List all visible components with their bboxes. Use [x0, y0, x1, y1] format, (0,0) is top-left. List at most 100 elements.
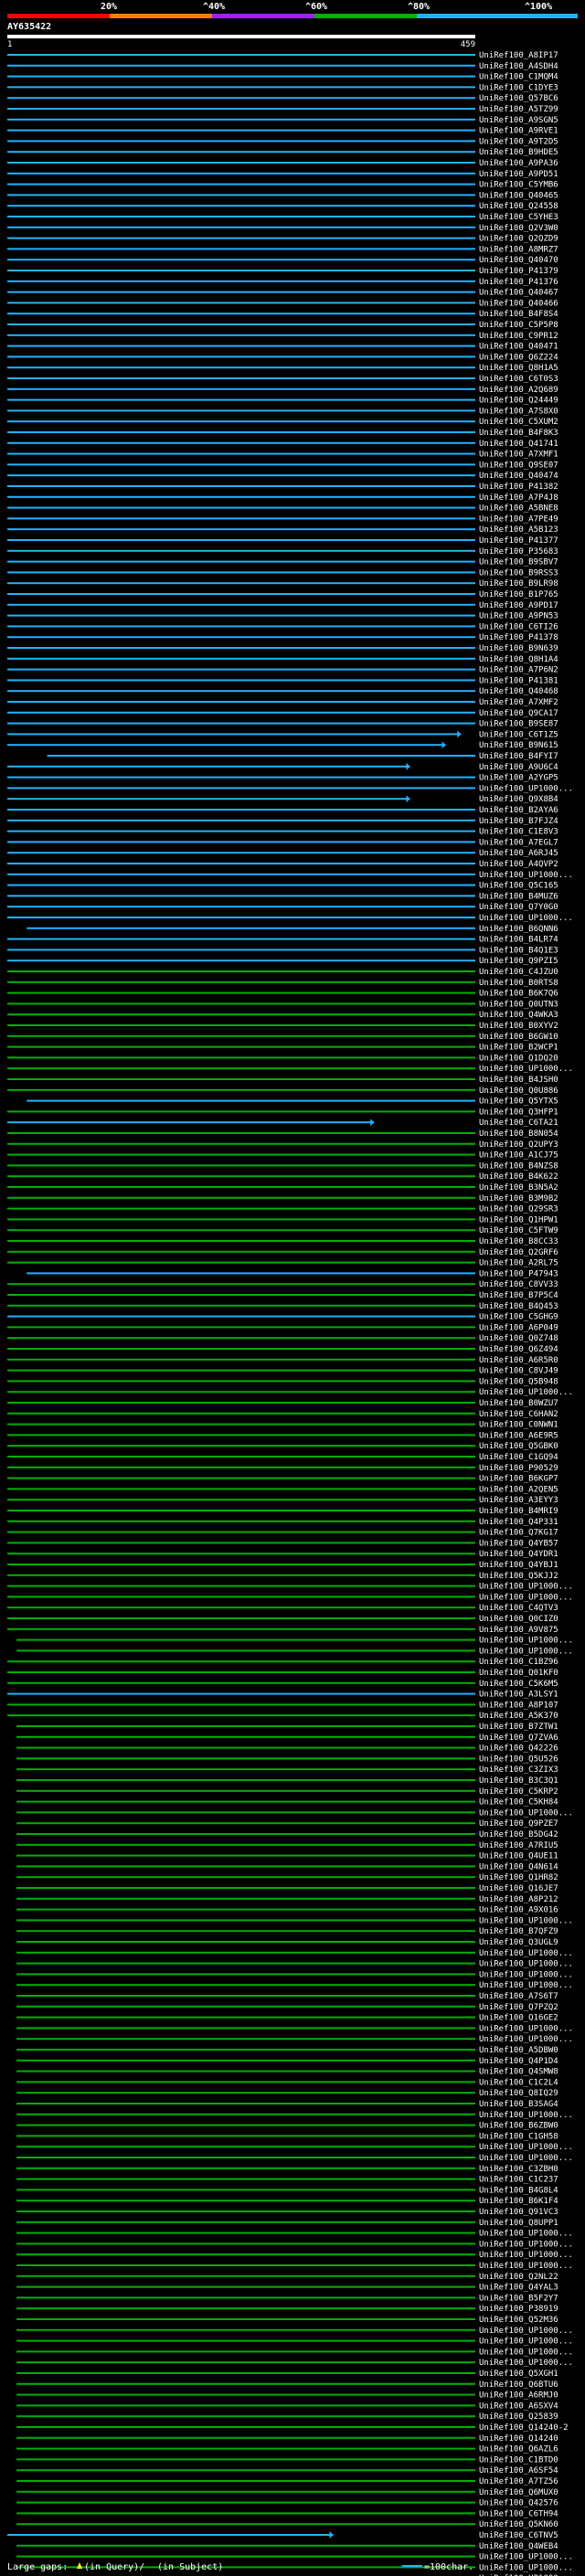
hit-label[interactable]: UniRef100_Q91VC3 [479, 2208, 558, 2217]
hit-label[interactable]: UniRef100_UP1000... [479, 2327, 573, 2336]
hit-label[interactable]: UniRef100_UP1000... [479, 1065, 573, 1074]
hit-label[interactable]: UniRef100_C1GQ94 [479, 1453, 558, 1462]
hit-label[interactable]: UniRef100_B9N615 [479, 741, 558, 750]
hit-label[interactable]: UniRef100_UP1000... [479, 2348, 573, 2357]
hit-label[interactable]: UniRef100_A7S6T7 [479, 1992, 558, 2001]
hit-label[interactable]: UniRef100_UP1000... [479, 1970, 573, 1979]
hit-label[interactable]: UniRef100_B9SBV7 [479, 558, 558, 567]
hit-label[interactable]: UniRef100_C1BZ96 [479, 1658, 558, 1667]
hit-label[interactable]: UniRef100_Q4YAL3 [479, 2284, 558, 2293]
hit-label[interactable]: UniRef100_Q8H1A4 [479, 655, 558, 664]
hit-label[interactable]: UniRef100_B6ZBW0 [479, 2122, 558, 2131]
hit-label[interactable]: UniRef100_C1DYE3 [479, 83, 558, 92]
hit-label[interactable]: UniRef100_Q40465 [479, 191, 558, 200]
hit-label[interactable]: UniRef100_B4MUZ6 [479, 892, 558, 901]
hit-label[interactable]: UniRef100_UP1000... [479, 2143, 573, 2152]
hit-label[interactable]: UniRef100_A9PN53 [479, 612, 558, 621]
hit-label[interactable]: UniRef100_C1BTD0 [479, 2455, 558, 2465]
hit-label[interactable]: UniRef100_UP1000... [479, 2024, 573, 2033]
hit-label[interactable]: UniRef100_C5XUM2 [479, 418, 558, 427]
hit-label[interactable]: UniRef100_UP1000... [479, 1637, 573, 1646]
hit-label[interactable]: UniRef100_Q4YB57 [479, 1539, 558, 1548]
hit-label[interactable]: UniRef100_Q40468 [479, 687, 558, 696]
hit-label[interactable]: UniRef100_C8VV33 [479, 1280, 558, 1289]
hit-label[interactable]: UniRef100_A6RJ45 [479, 849, 558, 858]
hit-label[interactable]: UniRef100_Q40466 [479, 299, 558, 308]
hit-label[interactable]: UniRef100_B4JSH0 [479, 1076, 558, 1085]
hit-label[interactable]: UniRef100_Q6MUX0 [479, 2488, 558, 2497]
hit-label[interactable]: UniRef100_Q52M36 [479, 2316, 558, 2325]
hit-label[interactable]: UniRef100_Q4P331 [479, 1518, 558, 1527]
hit-label[interactable]: UniRef100_A3LSY1 [479, 1691, 558, 1700]
hit-label[interactable]: UniRef100_C5KRP2 [479, 1787, 558, 1797]
hit-label[interactable]: UniRef100_Q3UGL9 [479, 1938, 558, 1947]
hit-label[interactable]: UniRef100_Q9PZE7 [479, 1819, 558, 1829]
hit-label[interactable]: UniRef100_Q8UPP1 [479, 2219, 558, 2228]
hit-label[interactable]: UniRef100_A3EYY3 [479, 1496, 558, 1505]
hit-label[interactable]: UniRef100_C5FTW9 [479, 1226, 558, 1235]
hit-label[interactable]: UniRef100_Q1DQ20 [479, 1054, 558, 1063]
hit-label[interactable]: UniRef100_C8VJ49 [479, 1367, 558, 1376]
hit-label[interactable]: UniRef100_A2Q689 [479, 386, 558, 395]
hit-label[interactable]: UniRef100_A9U6C4 [479, 763, 558, 772]
hit-label[interactable]: UniRef100_Q40470 [479, 256, 558, 265]
hit-label[interactable]: UniRef100_UP1000... [479, 1647, 573, 1656]
hit-label[interactable]: UniRef100_P41377 [479, 536, 558, 546]
hit-label[interactable]: UniRef100_Q2UPY3 [479, 1140, 558, 1150]
hit-label[interactable]: UniRef100_Q14240 [479, 2434, 558, 2443]
hit-label[interactable]: UniRef100_B6QNN6 [479, 925, 558, 934]
hit-label[interactable]: UniRef100_C6TNV5 [479, 2531, 558, 2540]
hit-label[interactable]: UniRef100_C0NWN1 [479, 1421, 558, 1430]
hit-label[interactable]: UniRef100_P41379 [479, 267, 558, 276]
hit-label[interactable]: UniRef100_UP1000... [479, 2337, 573, 2347]
hit-label[interactable]: UniRef100_Q6AZL6 [479, 2445, 558, 2454]
hit-label[interactable]: UniRef100_B4Q1E3 [479, 946, 558, 955]
hit-label[interactable]: UniRef100_C1C237 [479, 2176, 558, 2185]
hit-label[interactable]: UniRef100_B5F2Y7 [479, 2294, 558, 2303]
hit-label[interactable]: UniRef100_B4FYI7 [479, 752, 558, 761]
hit-label[interactable]: UniRef100_UP1000... [479, 1808, 573, 1818]
hit-label[interactable]: UniRef100_Q6BTU6 [479, 2380, 558, 2390]
hit-label[interactable]: UniRef100_A8MRZ7 [479, 245, 558, 254]
hit-label[interactable]: UniRef100_Q0UTN3 [479, 1000, 558, 1009]
hit-label[interactable]: UniRef100_UP1000... [479, 1981, 573, 1990]
hit-label[interactable]: UniRef100_UP1000... [479, 2262, 573, 2271]
hit-label[interactable]: UniRef100_A5B123 [479, 525, 558, 535]
hit-label[interactable]: UniRef100_A8P212 [479, 1895, 558, 1904]
hit-label[interactable]: UniRef100_Q5U526 [479, 1754, 558, 1764]
hit-label[interactable]: UniRef100_B4F8K3 [479, 429, 558, 438]
hit-label[interactable]: UniRef100_C5P5P8 [479, 321, 558, 330]
hit-label[interactable]: UniRef100_A7XMF1 [479, 451, 558, 460]
hit-label[interactable]: UniRef100_UP1000... [479, 1916, 573, 1925]
hit-label[interactable]: UniRef100_B9SE87 [479, 720, 558, 729]
hit-label[interactable]: UniRef100_B7P5C4 [479, 1291, 558, 1300]
hit-label[interactable]: UniRef100_Q7KG17 [479, 1529, 558, 1538]
hit-label[interactable]: UniRef100_Q8IQ29 [479, 2089, 558, 2098]
hit-label[interactable]: UniRef100_B9HDE5 [479, 148, 558, 157]
hit-label[interactable]: UniRef100_P41376 [479, 278, 558, 287]
hit-label[interactable]: UniRef100_C5K6M5 [479, 1680, 558, 1689]
hit-label[interactable]: UniRef100_UP1000... [479, 2230, 573, 2239]
hit-label[interactable]: UniRef100_B2WCP1 [479, 1044, 558, 1053]
hit-label[interactable]: UniRef100_B9RSS3 [479, 568, 558, 578]
hit-label[interactable]: UniRef100_A6SF54 [479, 2466, 558, 2475]
hit-label[interactable]: UniRef100_B4LR74 [479, 936, 558, 945]
hit-label[interactable]: UniRef100_B4MRI9 [479, 1507, 558, 1516]
hit-label[interactable]: UniRef100_Q2NL22 [479, 2273, 558, 2282]
hit-label[interactable]: UniRef100_A2RL75 [479, 1259, 558, 1268]
hit-label[interactable]: UniRef100_Q1HR82 [479, 1873, 558, 1882]
hit-label[interactable]: UniRef100_C1C2L4 [479, 2078, 558, 2087]
hit-label[interactable]: UniRef100_B7ZTW1 [479, 1723, 558, 1732]
hit-label[interactable]: UniRef100_B4NZS8 [479, 1161, 558, 1171]
hit-label[interactable]: UniRef100_Q4P1D4 [479, 2057, 558, 2066]
hit-label[interactable]: UniRef100_C4QTV3 [479, 1604, 558, 1613]
hit-label[interactable]: UniRef100_P38919 [479, 2305, 558, 2314]
hit-label[interactable]: UniRef100_A5TZ99 [479, 105, 558, 114]
hit-label[interactable]: UniRef100_UP1000... [479, 1583, 573, 1592]
hit-label[interactable]: UniRef100_B8N054 [479, 1129, 558, 1139]
hit-label[interactable]: UniRef100_Q5YTX5 [479, 1097, 558, 1107]
hit-label[interactable]: UniRef100_P47943 [479, 1269, 558, 1278]
hit-label[interactable]: UniRef100_Q6Z494 [479, 1345, 558, 1354]
hit-label[interactable]: UniRef100_Q4YDR1 [479, 1550, 558, 1559]
hit-label[interactable]: UniRef100_Q0Z748 [479, 1334, 558, 1343]
